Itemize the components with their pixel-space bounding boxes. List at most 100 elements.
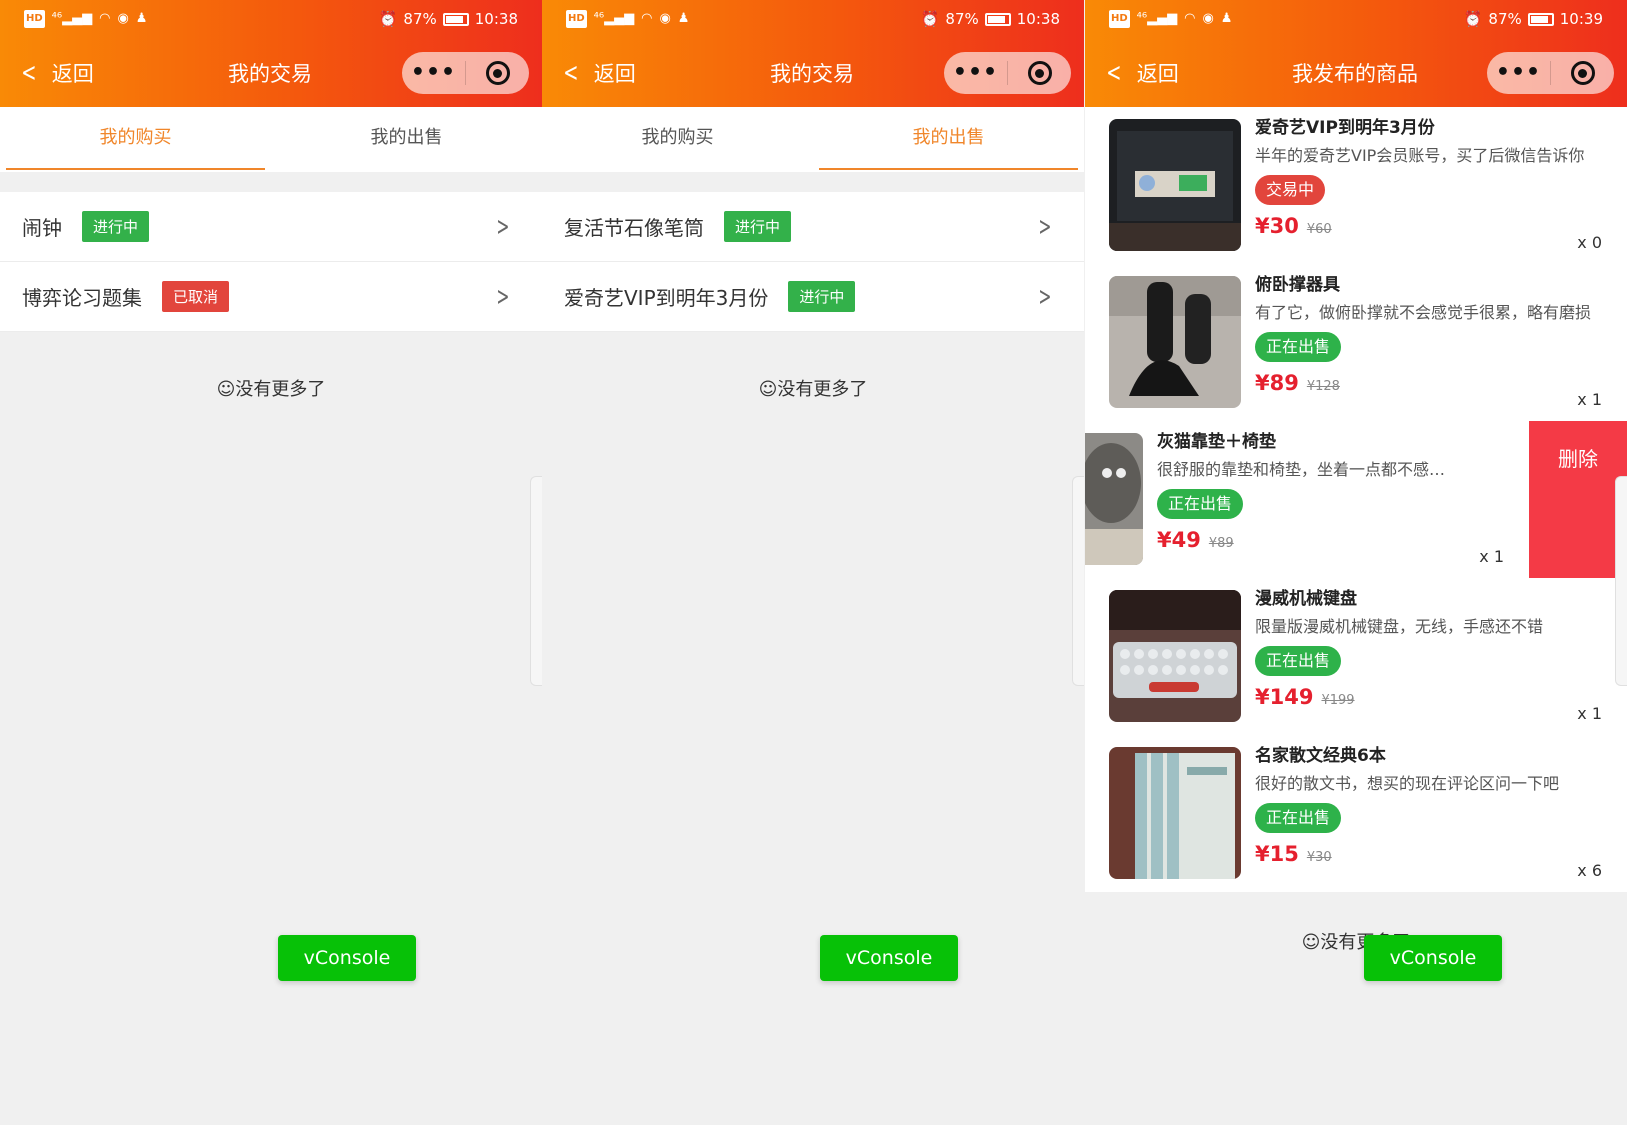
list-item[interactable]: 闹钟 进行中 > [0,192,542,262]
status-bar: HD ⁴⁶▂▄▆ ◠ ◉ ♟ ⏰ 87% 10:38 [542,8,1084,34]
goods-list: 爱奇艺VIP到明年3月份 半年的爱奇艺VIP会员账号，买了后微信告诉你 交易中 … [1085,107,1627,892]
status-icons-left: HD ⁴⁶▂▄▆ ◠ ◉ ♟ [566,10,689,28]
tab-my-purchases[interactable]: 我的购买 [0,107,271,172]
goods-price: ¥15 [1255,842,1299,866]
status-badge: 进行中 [788,281,856,312]
goods-thumbnail [1109,590,1241,722]
goods-quantity: x 1 [1577,390,1602,409]
back-button[interactable]: < 返回 [1103,58,1179,88]
side-drawer-handle[interactable] [530,476,542,686]
goods-item[interactable]: 名家散文经典6本 很好的散文书，想买的现在评论区问一下吧 正在出售 ¥15 ¥3… [1085,735,1627,892]
chevron-right-icon: > [496,282,510,312]
signal-icon: ⁴⁶▂▄▆ [593,11,635,26]
more-menu-icon[interactable]: ••• [402,62,465,84]
chevron-right-icon: > [1038,282,1052,312]
eye-icon: ◉ [659,11,671,26]
alarm-icon: ⏰ [378,10,398,28]
goods-desc: 很好的散文书，想买的现在评论区问一下吧 [1255,774,1560,793]
back-label: 返回 [1136,62,1179,86]
battery-icon [1527,12,1554,26]
goods-original-price: ¥30 [1306,850,1332,865]
screen-my-purchases: HD ⁴⁶▂▄▆ ◠ ◉ ♟ ⏰ 87% 10:38 < 返回 我的交易 •••… [0,0,542,1125]
status-icons-right: ⏰ 87% 10:39 [1464,10,1603,28]
goods-desc: 半年的爱奇艺VIP会员账号，买了后微信告诉你 [1255,146,1585,165]
goods-item[interactable]: 灰猫靠垫＋椅垫 很舒服的靠垫和椅垫，坐着一点都不感觉累 正在出售 ¥49 ¥89… [1085,421,1627,578]
goods-original-price: ¥128 [1306,379,1340,394]
price-row: ¥15 ¥30 [1255,842,1605,866]
back-button[interactable]: < 返回 [18,58,94,88]
tab-my-purchases[interactable]: 我的购买 [542,107,813,172]
vconsole-button[interactable]: vConsole [278,935,416,981]
goods-info: 漫威机械键盘 限量版漫威机械键盘，无线，手感还不错 正在出售 ¥149 ¥199 [1255,588,1605,709]
goods-desc: 限量版漫威机械键盘，无线，手感还不错 [1255,617,1544,636]
list-item[interactable]: 爱奇艺VIP到明年3月份 进行中 > [542,262,1084,332]
status-badge: 已取消 [162,281,230,312]
screen-my-sales: HD ⁴⁶▂▄▆ ◠ ◉ ♟ ⏰ 87% 10:38 < 返回 我的交易 •••… [542,0,1084,1125]
more-menu-icon[interactable]: ••• [1487,62,1550,84]
alarm-icon: ⏰ [1463,10,1483,28]
goods-thumbnail [1085,433,1143,565]
signal-icon: ⁴⁶▂▄▆ [51,11,93,26]
goods-title: 爱奇艺VIP到明年3月份 [1255,118,1435,138]
list-item[interactable]: 复活节石像笔筒 进行中 > [542,192,1084,262]
page-title: 我的交易 [770,62,854,86]
no-more-text: ☺没有更多了 [1301,932,1411,953]
side-drawer-handle[interactable] [1072,476,1084,686]
goods-original-price: ¥199 [1321,693,1355,708]
more-menu-icon[interactable]: ••• [944,62,1007,84]
status-badge: 进行中 [82,211,150,242]
delete-button[interactable]: 删除 [1529,421,1627,578]
close-mini-program-icon[interactable] [1008,61,1071,85]
tab-my-sales[interactable]: 我的出售 [271,107,542,172]
battery-percent: 87% [1488,10,1522,28]
status-icons-left: HD ⁴⁶▂▄▆ ◠ ◉ ♟ [24,10,147,28]
goods-price: ¥49 [1157,528,1201,552]
vconsole-button[interactable]: vConsole [820,935,958,981]
qq-icon: ♟ [1220,11,1233,26]
wifi-icon: ◠ [641,11,653,26]
goods-quantity: x 1 [1577,704,1602,723]
list-item[interactable]: 博弈论习题集 已取消 > [0,262,542,332]
item-title: 爱奇艺VIP到明年3月份 [564,286,769,310]
back-label: 返回 [51,62,94,86]
goods-title: 漫威机械键盘 [1255,589,1357,609]
item-title: 闹钟 [22,216,62,240]
goods-item[interactable]: 俯卧撑器具 有了它，做俯卧撑就不会感觉手很累，略有磨损 正在出售 ¥89 ¥12… [1085,264,1627,421]
goods-quantity: x 1 [1479,547,1504,566]
goods-price: ¥89 [1255,371,1299,395]
price-row: ¥30 ¥60 [1255,214,1605,238]
goods-info: 灰猫靠垫＋椅垫 很舒服的靠垫和椅垫，坐着一点都不感觉累 正在出售 ¥49 ¥89 [1157,431,1457,552]
goods-title: 名家散文经典6本 [1255,746,1386,766]
status-bar: HD ⁴⁶▂▄▆ ◠ ◉ ♟ ⏰ 87% 10:38 [0,8,542,34]
goods-title: 灰猫靠垫＋椅垫 [1157,432,1276,452]
wifi-icon: ◠ [99,11,111,26]
status-bar: HD ⁴⁶▂▄▆ ◠ ◉ ♟ ⏰ 87% 10:39 [1085,8,1627,34]
clock-time: 10:38 [474,10,518,28]
tab-my-sales[interactable]: 我的出售 [813,107,1084,172]
goods-item[interactable]: 漫威机械键盘 限量版漫威机械键盘，无线，手感还不错 正在出售 ¥149 ¥199… [1085,578,1627,735]
screen-my-published-goods: HD ⁴⁶▂▄▆ ◠ ◉ ♟ ⏰ 87% 10:39 < 返回 我发布的商品 •… [1085,0,1627,1125]
back-label: 返回 [593,62,636,86]
nav-header: HD ⁴⁶▂▄▆ ◠ ◉ ♟ ⏰ 87% 10:38 < 返回 我的交易 ••• [542,0,1084,107]
trade-list: 复活节石像笔筒 进行中 > 爱奇艺VIP到明年3月份 进行中 > [542,192,1084,332]
battery-percent: 87% [403,10,437,28]
goods-thumbnail [1109,747,1241,879]
goods-original-price: ¥60 [1306,222,1332,237]
mini-program-capsule: ••• [1487,52,1614,94]
item-title: 博弈论习题集 [22,286,142,310]
back-button[interactable]: < 返回 [560,58,636,88]
goods-item[interactable]: 爱奇艺VIP到明年3月份 半年的爱奇艺VIP会员账号，买了后微信告诉你 交易中 … [1085,107,1627,264]
hd-icon: HD [1109,10,1130,28]
hd-icon: HD [24,10,45,28]
close-mini-program-icon[interactable] [1551,61,1614,85]
no-more-text: ☺没有更多了 [758,379,868,400]
goods-desc: 有了它，做俯卧撑就不会感觉手很累，略有磨损 [1255,303,1592,322]
goods-thumbnail [1109,119,1241,251]
chevron-right-icon: > [496,212,510,242]
no-more-text: ☺没有更多了 [216,379,326,400]
item-title: 复活节石像笔筒 [564,216,704,240]
vconsole-button[interactable]: vConsole [1364,935,1502,981]
side-drawer-handle[interactable] [1615,476,1627,686]
close-mini-program-icon[interactable] [466,61,529,85]
clock-time: 10:39 [1559,10,1603,28]
